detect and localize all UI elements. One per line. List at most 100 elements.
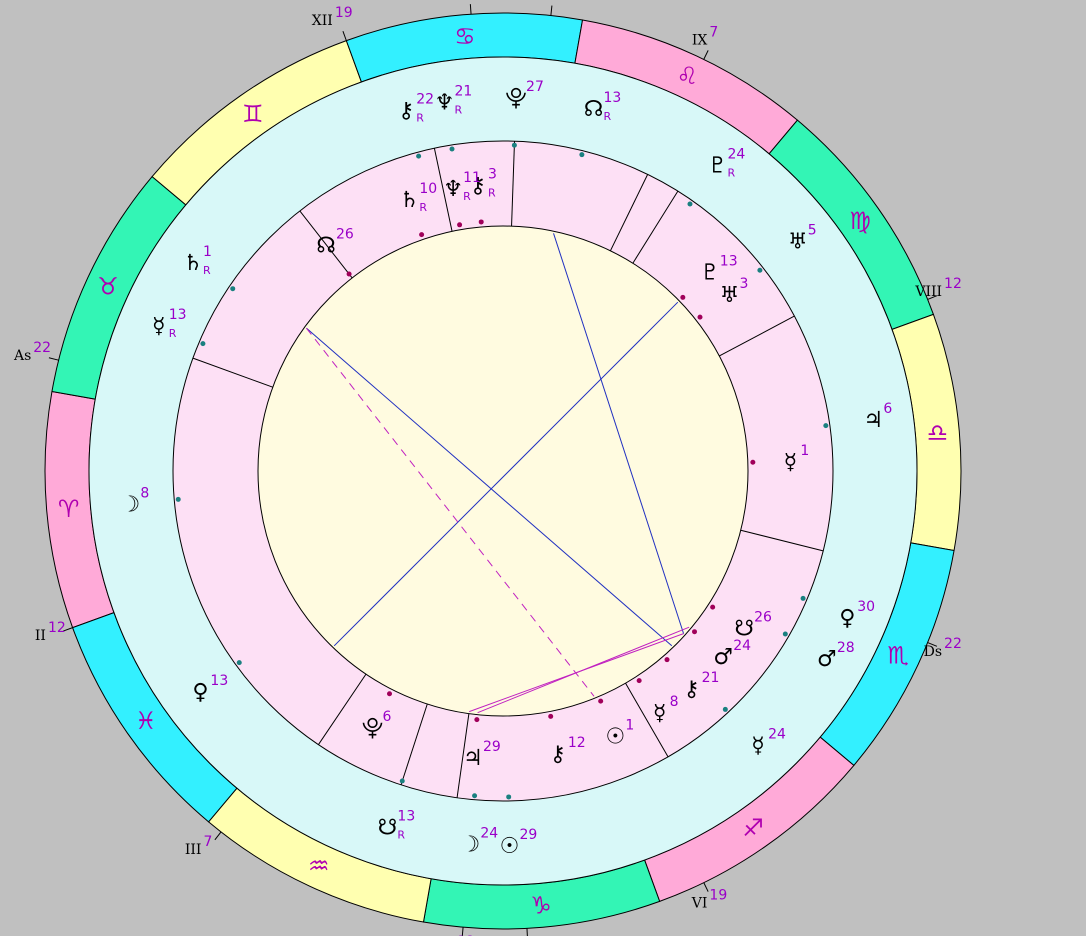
house-label-IX: IX — [692, 33, 708, 49]
inner-south-node-marker — [710, 604, 716, 610]
outer-moon-2-degree: 8 — [140, 486, 149, 502]
gemini-sign-icon: ♊ — [242, 100, 264, 128]
outer-saturn-retro-retro: R — [203, 264, 211, 277]
outer-venus-marker — [800, 595, 806, 601]
outer-venus-2-degree: 13 — [210, 673, 228, 689]
inner-chiron-degree: 21 — [702, 670, 720, 686]
outer-mercury-marker — [722, 706, 728, 712]
inner-chiron-marker — [664, 657, 670, 663]
inner-mercury-degree: 1 — [800, 443, 809, 459]
house-label-Ds: Ds — [924, 644, 942, 660]
house-degree-IX: 7 — [709, 25, 718, 41]
outer-mercury-degree: 24 — [768, 727, 786, 743]
inner-mars-degree: 24 — [733, 638, 751, 654]
outer-chiron-retro-icon: ⚷ — [398, 99, 414, 124]
outer-uranus-marker — [757, 267, 763, 273]
inner-pluto-point-marker — [387, 691, 393, 697]
outer-chiron-retro-degree: 22 — [416, 92, 434, 108]
outer-chiron-retro-retro: R — [416, 112, 424, 125]
outer-south-node-retro-retro: R — [397, 829, 405, 842]
outer-pluto-retro-degree: 24 — [728, 147, 746, 163]
scorpio-sign-icon: ♏ — [887, 641, 909, 669]
inner-chiron-icon: ⚷ — [684, 677, 700, 702]
outer-neptune-retro-degree: 21 — [454, 84, 472, 100]
house-label-As: As — [13, 348, 31, 364]
outer-mars-marker — [782, 631, 788, 637]
inner-jupiter-marker — [474, 717, 480, 723]
inner-uranus-degree: 3 — [740, 276, 749, 292]
outer-moon-degree: 24 — [480, 826, 498, 842]
aquarius-sign-icon: ♒ — [308, 852, 330, 880]
outer-mars-degree: 28 — [837, 640, 855, 656]
inner-chiron-2-degree: 12 — [568, 735, 586, 751]
sagittarius-sign-icon: ♐ — [742, 814, 764, 842]
outer-pluto-retro-retro: R — [728, 167, 736, 180]
outer-uranus-degree: 5 — [808, 223, 817, 239]
outer-sun-icon: ☉ — [500, 834, 520, 859]
inner-north-node-degree: 26 — [336, 226, 354, 242]
outer-mars-icon: ♂ — [817, 647, 837, 672]
inner-jupiter-icon: ♃ — [463, 746, 483, 771]
house-tick — [469, 4, 472, 15]
inner-saturn-retro-icon: ♄ — [400, 188, 420, 213]
house-tick — [703, 882, 709, 892]
inner-pluto-icon: ♇ — [700, 260, 720, 285]
house-tick — [342, 31, 347, 41]
outer-pluto-point-degree: 27 — [526, 79, 544, 95]
house-tick — [214, 831, 222, 841]
house-degree-XII: 19 — [335, 5, 353, 21]
outer-pluto-point-icon: ⯓ — [505, 86, 527, 111]
inner-sun-degree: 1 — [625, 718, 634, 734]
inner-neptune-retro-icon: ♆ — [443, 177, 463, 202]
astro-chart-wheel: ♈♉♊♋♌♍♎♏♐♑♒♓ As22II12III7Ic22V4VI19Ds22V… — [13, 0, 962, 936]
inner-mars-marker — [692, 629, 698, 635]
inner-chiron-retro-marker — [478, 219, 484, 225]
inner-mercury-2-icon: ☿ — [653, 701, 667, 726]
outer-north-node-retro-degree: 13 — [603, 90, 621, 106]
outer-saturn-retro-degree: 1 — [203, 244, 212, 260]
house-degree-Ds: 22 — [944, 636, 962, 652]
inner-north-node-marker — [346, 271, 352, 277]
inner-chiron-2-icon: ⚷ — [550, 742, 566, 767]
house-label-III: III — [185, 842, 202, 858]
outer-north-node-retro-retro: R — [603, 110, 611, 123]
inner-chiron-2-marker — [548, 713, 554, 719]
inner-mercury-marker — [750, 459, 756, 465]
inner-neptune-retro-degree: 11 — [463, 170, 481, 186]
inner-chiron-retro-degree: 3 — [488, 167, 497, 183]
house-tick — [48, 357, 59, 361]
outer-mercury-retro-retro: R — [169, 327, 177, 340]
house-degree-As: 22 — [33, 340, 51, 356]
inner-pluto-point-icon: ⯓ — [362, 716, 384, 741]
outer-sun-degree: 29 — [520, 827, 538, 843]
outer-jupiter-icon: ♃ — [863, 408, 883, 433]
inner-pluto-marker — [680, 294, 686, 300]
house-label-XI: XI — [448, 0, 464, 1]
inner-pluto-degree: 13 — [720, 253, 738, 269]
inner-mercury-2-degree: 8 — [670, 694, 679, 710]
inner-sun-marker — [598, 698, 604, 704]
inner-north-node-icon: ☊ — [316, 233, 336, 258]
leo-sign-icon: ♌ — [677, 62, 699, 90]
house-degree-VI: 19 — [709, 887, 727, 903]
cancer-sign-icon: ♋ — [454, 23, 476, 51]
house-label-VIII: VIII — [914, 284, 942, 300]
outer-mercury-retro-degree: 13 — [169, 307, 187, 323]
outer-south-node-retro-degree: 13 — [397, 809, 415, 825]
outer-neptune-retro-icon: ♆ — [435, 91, 455, 116]
outer-chiron-retro-marker — [416, 153, 422, 159]
outer-pluto-point-marker — [511, 142, 517, 148]
inner-south-node-degree: 26 — [754, 610, 772, 626]
outer-north-node-retro-icon: ☊ — [584, 97, 604, 122]
outer-pluto-retro-marker — [687, 201, 693, 207]
outer-venus-icon: ♀ — [839, 606, 855, 631]
inner-uranus-icon: ♅ — [720, 283, 740, 308]
inner-jupiter-degree: 29 — [483, 739, 501, 755]
outer-south-node-retro-icon: ☋ — [378, 816, 398, 841]
inner-saturn-retro-retro: R — [419, 201, 427, 214]
outer-pluto-retro-icon: ♇ — [708, 154, 728, 179]
outer-saturn-retro-icon: ♄ — [183, 251, 203, 276]
outer-mercury-icon: ☿ — [751, 734, 765, 759]
outer-neptune-retro-marker — [449, 146, 455, 152]
outer-mercury-retro-marker — [200, 341, 206, 347]
